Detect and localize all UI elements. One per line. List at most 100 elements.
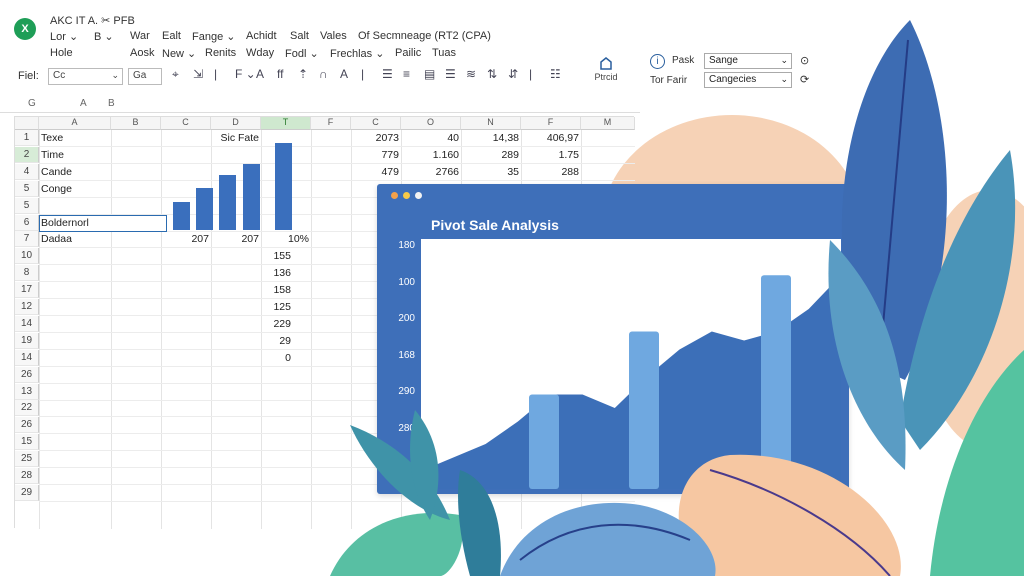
- grid-cell[interactable]: 35: [463, 164, 519, 180]
- grid-cell[interactable]: 158: [263, 282, 291, 298]
- grid-cell[interactable]: 136: [263, 265, 291, 281]
- grid-cell[interactable]: Sic Fate: [213, 130, 259, 146]
- font-dropdown[interactable]: Cc ⌄: [48, 68, 123, 85]
- menu-item[interactable]: Of Secmneage (RT2 (CPA): [358, 30, 491, 42]
- menu-item[interactable]: War: [130, 30, 150, 42]
- row-header[interactable]: 15: [15, 434, 39, 451]
- grid-cell[interactable]: 1.160: [403, 147, 459, 163]
- menu-item[interactable]: Wday: [246, 47, 274, 59]
- toolbar-button[interactable]: ≋: [466, 67, 476, 81]
- grid-cell[interactable]: 479: [353, 164, 399, 180]
- toolbar-button[interactable]: |: [529, 67, 532, 81]
- column-header[interactable]: F: [311, 117, 351, 130]
- column-header[interactable]: A: [39, 117, 111, 130]
- menu-item[interactable]: Pailic: [395, 47, 421, 59]
- column-header[interactable]: M: [581, 117, 635, 130]
- column-header[interactable]: B: [111, 117, 161, 130]
- row-header[interactable]: 25: [15, 451, 39, 468]
- row-header[interactable]: 2: [15, 146, 39, 163]
- menu-item[interactable]: Frechlas ⌄: [330, 47, 384, 60]
- pivot-button[interactable]: Ptrcid: [584, 56, 628, 90]
- grid-cell[interactable]: 155: [263, 248, 291, 264]
- formula-input[interactable]: B: [108, 98, 115, 109]
- row-header[interactable]: 10: [15, 248, 39, 265]
- grid-cell[interactable]: Boldernorl: [41, 215, 109, 231]
- row-header[interactable]: 19: [15, 332, 39, 349]
- row-header[interactable]: 28: [15, 468, 39, 484]
- info-icon[interactable]: i: [650, 54, 665, 69]
- menu-item[interactable]: Ealt: [162, 30, 181, 42]
- name-box[interactable]: G: [28, 98, 36, 109]
- window-control-dot[interactable]: [415, 192, 422, 199]
- toolbar-button[interactable]: A: [340, 67, 348, 81]
- menu-item[interactable]: B ⌄: [94, 30, 114, 43]
- column-header[interactable]: O: [401, 117, 461, 130]
- grid-cell[interactable]: 207: [163, 231, 209, 247]
- grid-cell[interactable]: Dadaa: [41, 231, 109, 247]
- column-header[interactable]: D: [211, 117, 261, 130]
- select-all-corner[interactable]: [15, 117, 39, 130]
- app-icon[interactable]: X: [14, 18, 36, 40]
- row-header[interactable]: 6: [15, 214, 39, 231]
- row-header[interactable]: 17: [15, 282, 39, 299]
- menu-item[interactable]: Fodl ⌄: [285, 47, 319, 60]
- column-header[interactable]: F: [521, 117, 581, 130]
- toolbar-button[interactable]: ☰: [445, 67, 456, 81]
- menu-item[interactable]: Salt: [290, 30, 309, 42]
- toolbar-button[interactable]: ⌖: [172, 67, 179, 82]
- pivot-chart-window[interactable]: Pivot Sale Analysis 180 100 200 168 290 280: [377, 184, 849, 494]
- row-header[interactable]: 29: [15, 484, 39, 501]
- grid-cell[interactable]: 29: [263, 333, 291, 349]
- row-header[interactable]: 12: [15, 299, 39, 315]
- toolbar-button[interactable]: F ⌄: [235, 67, 256, 81]
- grid-cell[interactable]: Conge: [41, 181, 109, 197]
- row-header[interactable]: 4: [15, 163, 39, 180]
- toolbar-button[interactable]: ▤: [424, 67, 435, 81]
- grid-cell[interactable]: 10%: [263, 231, 309, 247]
- menu-item[interactable]: Hole: [50, 47, 73, 59]
- grid-cell[interactable]: 2073: [353, 130, 399, 146]
- menu-item[interactable]: Tuas: [432, 47, 456, 59]
- grid-cell[interactable]: 0: [263, 350, 291, 366]
- grid-cell[interactable]: Texe: [41, 130, 109, 146]
- grid-cell[interactable]: Cande: [41, 164, 109, 180]
- row-header[interactable]: 5: [15, 197, 39, 214]
- grid-cell[interactable]: 229: [263, 316, 291, 332]
- grid-cell[interactable]: 288: [523, 164, 579, 180]
- row-header[interactable]: 8: [15, 265, 39, 282]
- row-header[interactable]: 13: [15, 383, 39, 400]
- size-dropdown[interactable]: Ga: [128, 68, 162, 85]
- column-header[interactable]: T: [261, 117, 311, 130]
- toolbar-button[interactable]: ≡: [403, 67, 410, 81]
- menu-item[interactable]: Fange ⌄: [192, 30, 235, 43]
- toolbar-button[interactable]: ⇅: [487, 67, 497, 81]
- window-control-dot[interactable]: [391, 192, 398, 199]
- row-header[interactable]: 14: [15, 315, 39, 332]
- grid-cell[interactable]: 125: [263, 299, 291, 315]
- window-control-dot[interactable]: [403, 192, 410, 199]
- menu-item[interactable]: Achidt: [246, 30, 277, 42]
- grid-cell[interactable]: 14,38: [463, 130, 519, 146]
- column-header[interactable]: C: [351, 117, 401, 130]
- menu-item[interactable]: Lor ⌄: [50, 30, 78, 43]
- toolbar-button[interactable]: ⇲: [193, 67, 203, 81]
- row-header[interactable]: 1: [15, 130, 39, 146]
- refresh-icon[interactable]: ⟳: [800, 73, 809, 86]
- menu-item[interactable]: Aosk: [130, 47, 154, 59]
- pin-icon[interactable]: ⊙: [800, 54, 809, 67]
- grid-cell[interactable]: 40: [403, 130, 459, 146]
- panel-select[interactable]: Sange ⌄: [704, 53, 792, 69]
- toolbar-button[interactable]: ⇵: [508, 67, 518, 81]
- row-header[interactable]: 22: [15, 400, 39, 417]
- menu-item[interactable]: New ⌄: [162, 47, 196, 60]
- toolbar-button[interactable]: ff: [277, 67, 283, 81]
- toolbar-button[interactable]: |: [214, 67, 217, 81]
- toolbar-button[interactable]: |: [361, 67, 364, 81]
- grid-cell[interactable]: 1.75: [523, 147, 579, 163]
- menu-item[interactable]: Vales: [320, 30, 347, 42]
- menu-item[interactable]: Renits: [205, 47, 236, 59]
- row-header[interactable]: 7: [15, 231, 39, 248]
- column-header[interactable]: C: [161, 117, 211, 130]
- fx-icon[interactable]: A: [80, 98, 87, 109]
- grid-cell[interactable]: 207: [213, 231, 259, 247]
